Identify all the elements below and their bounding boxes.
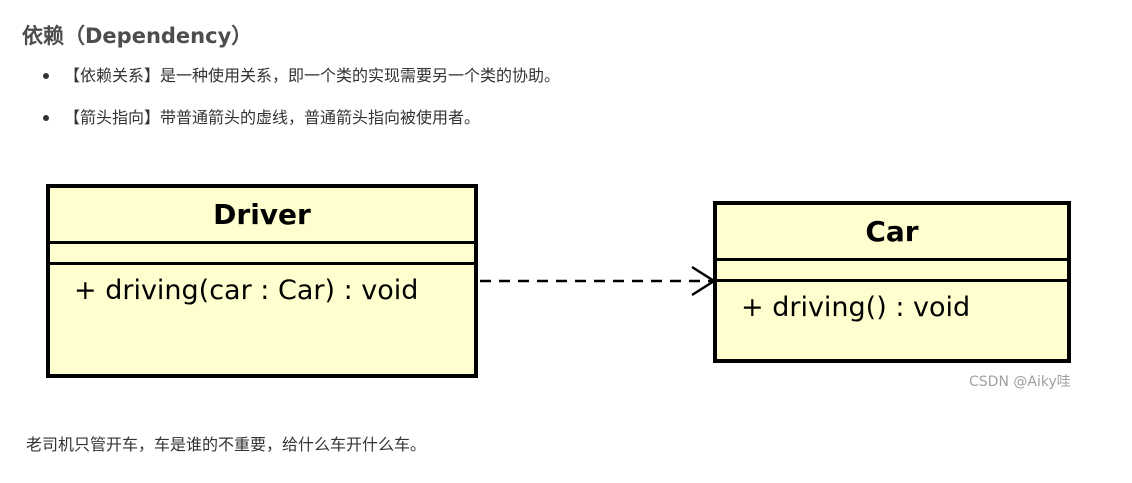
car-class-name: Car bbox=[717, 205, 1067, 261]
driver-method: + driving(car : Car) : void bbox=[74, 275, 419, 306]
dependency-arrow bbox=[480, 265, 717, 297]
section-heading: 依赖（Dependency） bbox=[22, 24, 253, 48]
driver-class-name: Driver bbox=[50, 188, 474, 244]
bullet-item-dependency-relation: 【依赖关系】是一种使用关系，即一个类的实现需要另一个类的协助。 bbox=[40, 62, 560, 90]
driver-attributes-compartment bbox=[50, 244, 474, 265]
bullet-text: 【箭头指向】带普通箭头的虚线，普通箭头指向被使用者。 bbox=[64, 108, 481, 127]
explanation-note: 老司机只管开车，车是谁的不重要，给什么车开什么车。 bbox=[26, 435, 427, 454]
driver-class-box: Driver + driving(car : Car) : void bbox=[46, 184, 478, 378]
bullet-item-arrow-direction: 【箭头指向】带普通箭头的虚线，普通箭头指向被使用者。 bbox=[40, 104, 560, 132]
bullet-text: 【依赖关系】是一种使用关系，即一个类的实现需要另一个类的协助。 bbox=[64, 66, 561, 85]
bullet-dot-icon bbox=[43, 115, 49, 121]
bullet-list: 【依赖关系】是一种使用关系，即一个类的实现需要另一个类的协助。 【箭头指向】带普… bbox=[40, 62, 560, 146]
watermark: CSDN @Aiky哇 bbox=[969, 374, 1071, 390]
bullet-dot-icon bbox=[43, 73, 49, 79]
car-attributes-compartment bbox=[717, 261, 1067, 282]
car-method: + driving() : void bbox=[741, 292, 971, 323]
car-class-box: Car + driving() : void bbox=[713, 201, 1071, 363]
